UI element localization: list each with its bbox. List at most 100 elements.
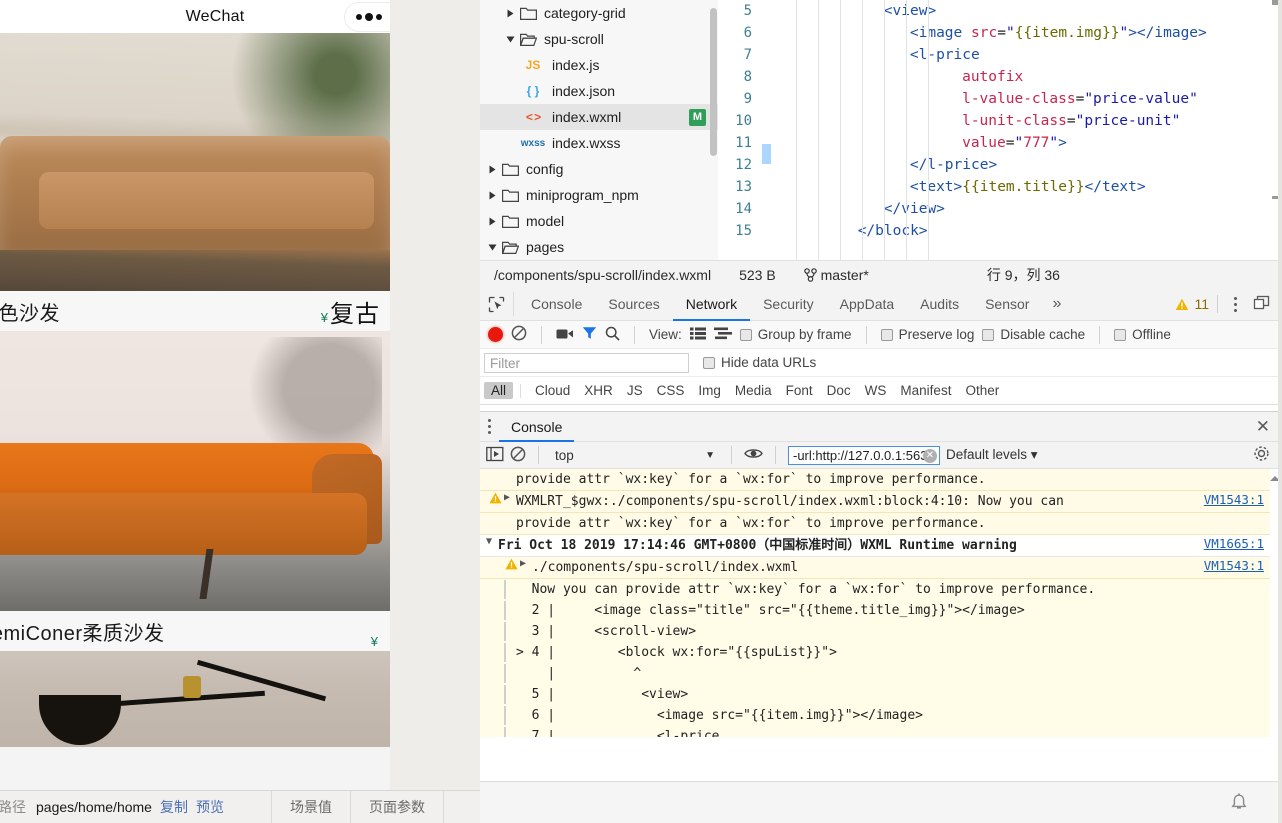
code-line[interactable]: 9 l-value-class="price-value" bbox=[718, 88, 1282, 110]
file-tree-item-config[interactable]: config bbox=[480, 156, 718, 182]
clear-icon[interactable] bbox=[511, 325, 527, 344]
network-type-xhr[interactable]: XHR bbox=[577, 382, 620, 399]
tab-console[interactable]: Console bbox=[518, 288, 595, 321]
execution-context-select[interactable]: top ▼ bbox=[551, 448, 719, 463]
code-editor[interactable]: 5 <view> 6 <image src="{{item.img}}"></imag… bbox=[718, 0, 1282, 288]
code-line[interactable]: 8 autofix bbox=[718, 66, 1282, 88]
disable-cache-checkbox[interactable]: Disable cache bbox=[982, 327, 1085, 342]
copy-button[interactable]: 复制 bbox=[160, 797, 188, 817]
chevron-right-icon[interactable] bbox=[502, 9, 518, 18]
filter-icon[interactable] bbox=[582, 326, 597, 343]
record-icon[interactable] bbox=[488, 327, 503, 342]
clear-console-icon[interactable] bbox=[510, 446, 526, 465]
code-line[interactable]: 11 value="777"> bbox=[718, 132, 1282, 154]
more-tabs-button[interactable]: » bbox=[1042, 295, 1071, 313]
network-type-font[interactable]: Font bbox=[779, 382, 820, 399]
code-line[interactable]: 5 <view> bbox=[718, 0, 1282, 22]
preserve-log-checkbox[interactable]: Preserve log bbox=[880, 327, 974, 342]
group-by-frame-checkbox[interactable]: Group by frame bbox=[739, 327, 852, 342]
code-line[interactable]: 15 </block> bbox=[718, 220, 1282, 242]
tab-console[interactable]: Console bbox=[499, 412, 574, 442]
file-tree-item-spu-scroll[interactable]: spu-scroll bbox=[480, 26, 718, 52]
tab-security[interactable]: Security bbox=[750, 288, 827, 321]
waterfall-icon[interactable] bbox=[713, 327, 732, 343]
devtools-menu-button[interactable] bbox=[1226, 293, 1245, 316]
product-image[interactable] bbox=[0, 651, 390, 747]
network-type-css[interactable]: CSS bbox=[650, 382, 692, 399]
file-tree-scrollbar[interactable] bbox=[710, 8, 717, 156]
chevron-right-icon[interactable] bbox=[484, 191, 500, 200]
status-branch[interactable]: master* bbox=[790, 267, 883, 283]
window-scrollbar[interactable] bbox=[1278, 0, 1282, 823]
network-type-all[interactable]: All bbox=[484, 382, 514, 399]
more-dots-icon[interactable] bbox=[356, 13, 383, 21]
chevron-down-icon[interactable] bbox=[484, 243, 500, 252]
file-tree-item-index-wxss[interactable]: wxss index.wxss bbox=[480, 130, 718, 156]
dock-side-icon[interactable] bbox=[1247, 295, 1276, 313]
hide-data-urls-checkbox[interactable]: Hide data URLs bbox=[703, 355, 816, 370]
tab-network[interactable]: Network bbox=[673, 288, 750, 321]
file-tree-item-model[interactable]: model bbox=[480, 208, 718, 234]
capsule-button[interactable] bbox=[344, 2, 390, 32]
product-image[interactable] bbox=[0, 33, 390, 291]
log-levels-select[interactable]: Default levels ▾ bbox=[946, 447, 1038, 463]
tab-sources[interactable]: Sources bbox=[595, 288, 672, 321]
collapse-arrow-icon[interactable]: ▼ bbox=[486, 536, 498, 555]
search-icon[interactable] bbox=[605, 326, 620, 344]
gear-icon[interactable] bbox=[1253, 445, 1276, 465]
spu-card[interactable]: 双色沙发 ¥ 复古 bbox=[0, 33, 390, 331]
network-type-doc[interactable]: Doc bbox=[820, 382, 858, 399]
expand-arrow-icon[interactable]: ▶ bbox=[520, 558, 532, 577]
console-group-header[interactable]: ▼ Fri Oct 18 2019 17:14:46 GMT+0800（中国标准时… bbox=[480, 535, 1282, 557]
page-params-button[interactable]: 页面参数 bbox=[350, 790, 443, 823]
file-tree-item-pages[interactable]: pages bbox=[480, 234, 718, 260]
drawer-menu-button[interactable] bbox=[480, 415, 499, 438]
eye-icon[interactable] bbox=[744, 447, 763, 463]
network-type-img[interactable]: Img bbox=[691, 382, 728, 399]
code-line[interactable]: 6 <image src="{{item.img}}"></image> bbox=[718, 22, 1282, 44]
chevron-down-icon[interactable] bbox=[502, 35, 518, 44]
preview-button[interactable]: 预览 bbox=[196, 797, 224, 817]
list-view-icon[interactable] bbox=[689, 327, 706, 343]
camera-icon[interactable] bbox=[556, 327, 574, 343]
offline-checkbox[interactable]: Offline bbox=[1114, 327, 1171, 342]
network-type-js[interactable]: JS bbox=[620, 382, 650, 399]
execute-context-icon[interactable] bbox=[486, 446, 504, 465]
code-line[interactable]: 12 </l-price> bbox=[718, 154, 1282, 176]
network-type-ws[interactable]: WS bbox=[858, 382, 894, 399]
clear-filter-icon[interactable]: ✕ bbox=[923, 448, 937, 463]
tab-appdata[interactable]: AppData bbox=[827, 288, 907, 321]
bell-icon[interactable] bbox=[1230, 792, 1248, 813]
file-tree-item-index-js[interactable]: JS index.js bbox=[480, 52, 718, 78]
file-tree-item-index-json[interactable]: { } index.json bbox=[480, 78, 718, 104]
network-type-other[interactable]: Other bbox=[958, 382, 1006, 399]
code-line[interactable]: 7 <l-price bbox=[718, 44, 1282, 66]
code-line[interactable]: 13 <text>{{item.title}}</text> bbox=[718, 176, 1282, 198]
network-type-media[interactable]: Media bbox=[728, 382, 779, 399]
console-messages[interactable]: provide attr `wx:key` for a `wx:for` to … bbox=[480, 469, 1282, 737]
warning-count-badge[interactable]: 11 bbox=[1175, 296, 1209, 312]
spu-card[interactable]: SemiConer柔质沙发 ¥ bbox=[0, 331, 390, 651]
sofa-leg-decoration bbox=[199, 549, 214, 600]
scene-value-button[interactable]: 场景值 bbox=[271, 790, 350, 823]
spu-card[interactable] bbox=[0, 651, 390, 747]
spu-scroll-list[interactable]: 双色沙发 ¥ 复古 bbox=[0, 33, 390, 795]
code-line[interactable]: 10 l-unit-class="price-unit" bbox=[718, 110, 1282, 132]
product-image[interactable] bbox=[0, 331, 390, 611]
console-filter-input[interactable]: -url:http://127.0.0.1:563 ✕ bbox=[788, 445, 940, 465]
expand-arrow-icon[interactable]: ▶ bbox=[504, 492, 516, 511]
file-tree[interactable]: category-grid spu-scroll JS index.js { } inde… bbox=[480, 0, 718, 288]
code-line[interactable]: 14 </view> bbox=[718, 198, 1282, 220]
file-tree-item-miniprogram-npm[interactable]: miniprogram_npm bbox=[480, 182, 718, 208]
file-tree-item-index-wxml[interactable]: < > index.wxml M bbox=[480, 104, 718, 130]
file-tree-item-category-grid[interactable]: category-grid bbox=[480, 0, 718, 26]
network-type-cloud[interactable]: Cloud bbox=[528, 382, 577, 399]
tab-audits[interactable]: Audits bbox=[907, 288, 972, 321]
chevron-right-icon[interactable] bbox=[484, 217, 500, 226]
tab-sensor[interactable]: Sensor bbox=[972, 288, 1042, 321]
network-type-manifest[interactable]: Manifest bbox=[893, 382, 958, 399]
close-icon[interactable]: ✕ bbox=[1244, 417, 1282, 437]
inspect-element-icon[interactable] bbox=[480, 292, 514, 316]
chevron-right-icon[interactable] bbox=[484, 165, 500, 174]
network-filter-input[interactable]: Filter bbox=[484, 352, 689, 373]
